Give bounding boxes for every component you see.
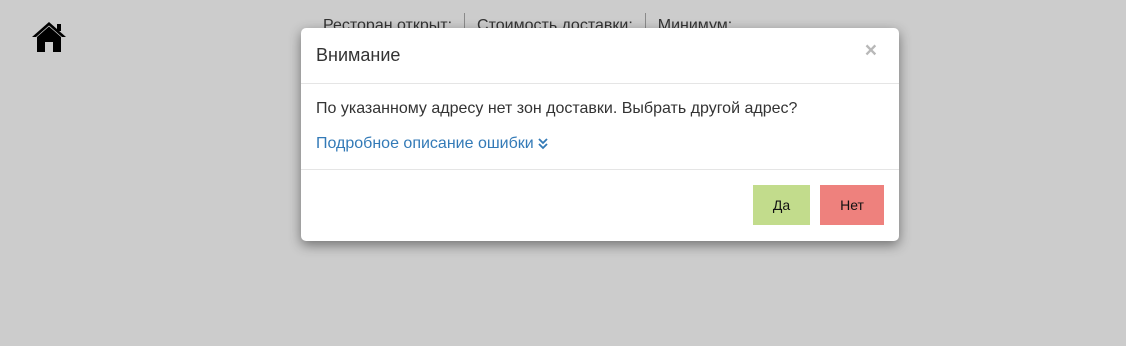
no-button[interactable]: Нет xyxy=(820,185,884,225)
modal-title: Внимание xyxy=(316,45,401,65)
alert-modal: Внимание × По указанному адресу нет зон … xyxy=(301,28,899,241)
modal-header: Внимание × xyxy=(301,28,899,84)
error-details-link[interactable]: Подробное описание ошибки xyxy=(316,135,548,153)
error-details-label: Подробное описание ошибки xyxy=(316,135,534,152)
yes-button[interactable]: Да xyxy=(753,185,810,225)
modal-message: По указанному адресу нет зон доставки. В… xyxy=(316,100,798,117)
home-icon[interactable] xyxy=(30,20,68,54)
modal-body: По указанному адресу нет зон доставки. В… xyxy=(301,84,899,170)
double-chevron-down-icon xyxy=(538,138,548,150)
close-button[interactable]: × xyxy=(865,40,877,61)
modal-footer: Да Нет xyxy=(301,170,899,240)
